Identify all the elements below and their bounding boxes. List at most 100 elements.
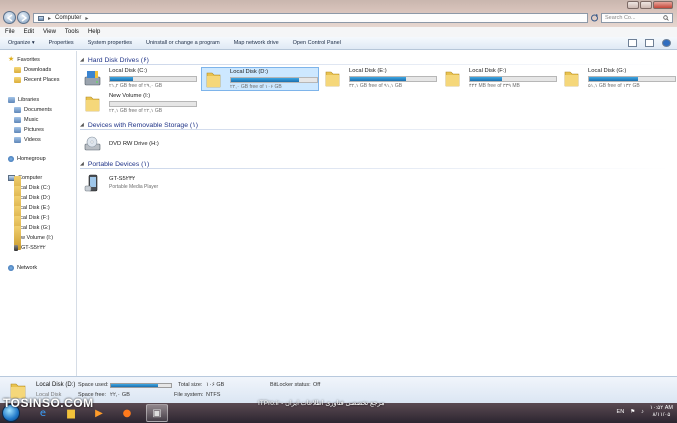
open-control-panel-button[interactable]: Open Control Panel — [293, 40, 341, 46]
sidebar-item-phone[interactable]: GT-S5۲۳۲ — [14, 245, 46, 251]
details-usage-fill — [111, 384, 159, 387]
firefox-icon[interactable]: ● — [116, 404, 138, 422]
menu-help[interactable]: Help — [88, 29, 100, 35]
drive-tile-c[interactable]: Local Disk (C:) ۲۱,۲ GB free of ۲۹,۰ GB — [81, 67, 199, 91]
drive-name: Local Disk (D:) — [230, 69, 269, 75]
drive-name: DVD RW Drive (H:) — [109, 141, 159, 147]
map-network-drive-button[interactable]: Map network drive — [234, 40, 279, 46]
minimize-button[interactable] — [627, 1, 639, 9]
system-drive-icon — [84, 71, 101, 86]
back-button[interactable] — [3, 11, 16, 24]
uninstall-program-button[interactable]: Uninstall or change a program — [146, 40, 220, 46]
clock-date: ۸/۱۱/۰۵ — [652, 412, 671, 418]
details-file-system-value: NTFS — [206, 392, 221, 398]
drive-free-space: ۵۱,۱ GB free of ۱۳۲ GB — [588, 83, 640, 89]
drive-usage-bar — [109, 101, 197, 107]
drive-free-space: ۲۱,۲ GB free of ۲۹,۰ GB — [109, 83, 163, 89]
drive-tile-e[interactable]: Local Disk (E:) ۳۲,۱ GB free of ۹۱,۱ GB — [321, 67, 439, 91]
sidebar-label: GT-S5۲۳۲ — [21, 245, 46, 251]
sidebar-label: Libraries — [18, 97, 40, 103]
details-bitlocker-value: Off — [313, 382, 321, 388]
dvd-drive-tile[interactable]: DVD RW Drive (H:) — [81, 133, 199, 157]
sidebar-network[interactable]: Network — [8, 265, 37, 271]
maximize-button[interactable] — [640, 1, 652, 9]
drive-usage-bar — [230, 77, 318, 83]
refresh-icon[interactable] — [590, 13, 599, 23]
volume-icon[interactable]: ♪ — [641, 409, 644, 415]
device-type: Portable Media Player — [109, 184, 159, 190]
close-button[interactable] — [653, 1, 673, 9]
breadcrumb-computer[interactable]: Computer — [55, 15, 81, 21]
group-hard-disk-drives[interactable]: ◢ Hard Disk Drives (۶) — [80, 56, 670, 65]
sidebar-item-recent-places[interactable]: Recent Places — [14, 77, 59, 83]
group-divider — [80, 168, 670, 169]
menu-tools[interactable]: Tools — [65, 29, 79, 35]
explorer-window-taskbar-button[interactable]: ▣ — [146, 404, 168, 422]
group-portable-devices[interactable]: ◢ Portable Devices (۱) — [80, 160, 670, 169]
collapse-icon: ◢ — [80, 57, 84, 63]
details-total-size-label: Total size: — [178, 382, 203, 388]
drive-usage-bar — [469, 76, 557, 82]
drive-tile-d[interactable]: Local Disk (D:) ۲۲,۰ GB free of ۱۰۶ GB — [201, 67, 319, 91]
system-properties-button[interactable]: System properties — [88, 40, 132, 46]
change-view-icon[interactable] — [628, 39, 637, 47]
language-indicator[interactable]: EN — [617, 409, 625, 415]
group-divider — [80, 64, 670, 65]
computer-icon — [38, 15, 44, 21]
drive-name: Local Disk (C:) — [109, 68, 148, 74]
clock[interactable]: ۱۰:۵۲ AM ۸/۱۱/۰۵ — [650, 405, 673, 419]
menu-view[interactable]: View — [43, 29, 56, 35]
drive-tile-f[interactable]: Local Disk (F:) ۴۴۴ MB free of ۳۳۹ MB — [441, 67, 559, 91]
sidebar-favorites[interactable]: ★ Favorites — [8, 56, 40, 63]
drive-usage-fill — [470, 77, 502, 81]
sidebar-homegroup[interactable]: Homegroup — [8, 156, 46, 162]
system-tray: EN ⚑ ♪ ۱۰:۵۲ AM ۸/۱۱/۰۵ — [617, 405, 673, 419]
drive-folder-icon — [85, 96, 100, 112]
group-removable-storage[interactable]: ◢ Devices with Removable Storage (۱) — [80, 121, 670, 130]
details-file-system-label: File system: — [174, 392, 204, 398]
forward-button[interactable] — [17, 11, 30, 24]
drive-folder-icon — [206, 72, 221, 88]
drive-tile-i[interactable]: New Volume (I:) ۲۲,۱ GB free of ۲۲,۱ GB — [81, 92, 199, 116]
sidebar-label: Documents — [24, 107, 52, 113]
sidebar-item-downloads[interactable]: Downloads — [14, 67, 51, 73]
tray-flag-icon[interactable]: ⚑ — [630, 409, 635, 415]
sidebar-label: Network — [17, 265, 38, 271]
menu-file[interactable]: File — [5, 29, 15, 35]
videos-icon — [14, 137, 21, 143]
content-pane: ◢ Hard Disk Drives (۶) Local Disk (C:) ۲… — [78, 51, 677, 376]
sidebar-item-videos[interactable]: Videos — [14, 137, 41, 143]
watermark-right: ITPro.ir - مرجع تخصصی فناوری اطلاعات ایر… — [258, 400, 385, 407]
drive-tile-g[interactable]: Local Disk (G:) ۵۱,۱ GB free of ۱۳۲ GB — [560, 67, 676, 91]
sidebar-label: Music — [24, 117, 39, 123]
sidebar-item-drive-i[interactable]: New Volume (I:) — [14, 226, 53, 250]
sidebar-item-pictures[interactable]: Pictures — [14, 127, 44, 133]
folder-icon — [14, 67, 21, 73]
sidebar-item-music[interactable]: Music — [14, 117, 38, 123]
libraries-icon — [8, 97, 15, 103]
sidebar-libraries[interactable]: Libraries — [8, 97, 39, 103]
organize-button[interactable]: Organize ▾ — [8, 40, 35, 46]
sidebar-label: Favorites — [17, 57, 40, 63]
portable-device-tile[interactable]: GT-S5۲۳۲ Portable Media Player — [81, 172, 199, 196]
sidebar-label: Pictures — [24, 127, 44, 133]
search-input[interactable]: Search Co... — [601, 13, 673, 23]
drive-name: Local Disk (F:) — [469, 68, 507, 74]
details-usage-bar — [110, 383, 172, 388]
details-total-size-value: ۱۰۶ GB — [206, 382, 225, 388]
details-bitlocker-label: BitLocker status: — [270, 382, 311, 388]
drive-usage-bar — [109, 76, 197, 82]
window-controls — [627, 1, 673, 10]
properties-button[interactable]: Properties — [49, 40, 74, 46]
sidebar-item-documents[interactable]: Documents — [14, 107, 52, 113]
sidebar-label: Computer — [18, 175, 43, 181]
group-divider — [80, 129, 670, 130]
pictures-icon — [14, 127, 21, 133]
help-icon[interactable] — [662, 39, 671, 47]
address-bar[interactable]: ▸ Computer ▸ — [33, 13, 588, 23]
view-controls — [628, 39, 671, 47]
preview-pane-icon[interactable] — [645, 39, 654, 47]
forward-arrow-icon — [21, 14, 28, 22]
menu-edit[interactable]: Edit — [24, 29, 34, 35]
drive-usage-bar — [349, 76, 437, 82]
